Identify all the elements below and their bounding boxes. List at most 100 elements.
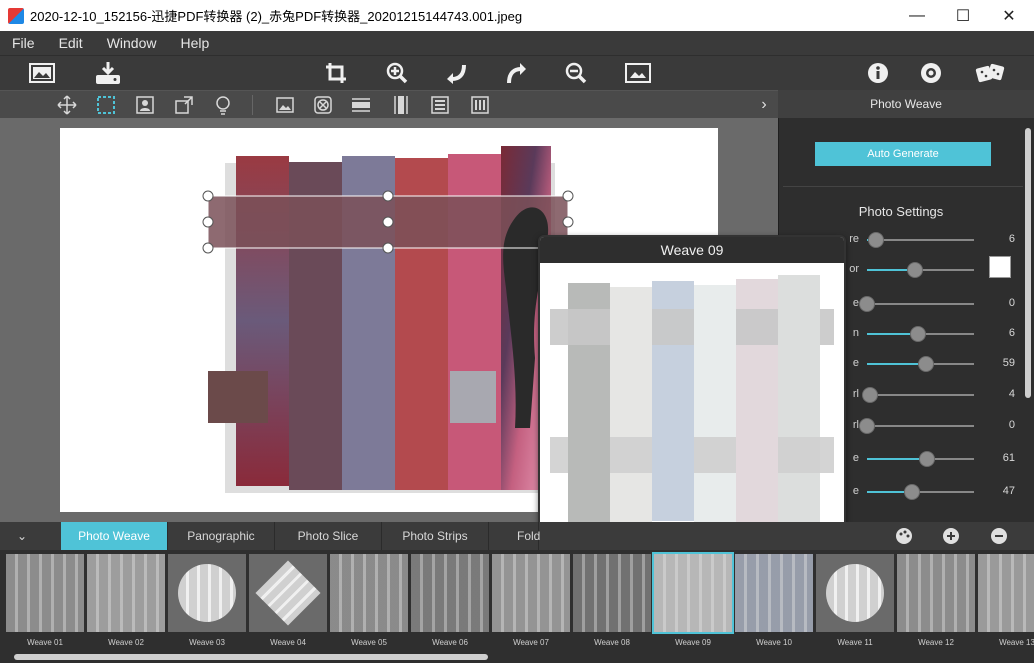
slider-knob[interactable]: [867, 232, 884, 248]
fit-image-icon[interactable]: [624, 61, 652, 85]
setting-value: 59: [1002, 357, 1015, 369]
slider-knob[interactable]: [910, 326, 927, 342]
slider-track[interactable]: [867, 484, 974, 500]
main-toolbar: [0, 55, 1034, 90]
slider-track[interactable]: [859, 296, 974, 312]
title-bar: 2020-12-10_152156-迅捷PDF转换器 (2)_赤兔PDF转换器_…: [0, 0, 1034, 31]
slider-fill: [867, 458, 927, 460]
thumbnail-strip: Weave 01 Weave 02 Weave 03 Weave 04 Weave 05…: [0, 550, 1034, 663]
menu-edit[interactable]: Edit: [47, 35, 95, 51]
slider-knob[interactable]: [918, 451, 935, 467]
vertical-strip-icon[interactable]: [390, 94, 412, 116]
weave-thumbnail[interactable]: [6, 554, 84, 632]
menu-help[interactable]: Help: [168, 35, 221, 51]
thumbnail-label: Weave 12: [918, 638, 954, 647]
slider-knob[interactable]: [859, 418, 875, 434]
thumbnail-label: Weave 04: [270, 638, 306, 647]
menu-window[interactable]: Window: [95, 35, 169, 51]
remove-effect-icon[interactable]: [989, 526, 1009, 546]
close-button[interactable]: ✕: [986, 0, 1032, 31]
slider-track[interactable]: [867, 451, 974, 467]
slider-track[interactable]: [867, 262, 974, 278]
app-icon: [8, 7, 24, 24]
slider-knob[interactable]: [907, 262, 924, 278]
thumbnail-label: Weave 05: [351, 638, 387, 647]
info-icon[interactable]: [866, 61, 890, 85]
menu-file[interactable]: File: [0, 35, 47, 51]
slider-track[interactable]: [867, 326, 974, 342]
weave-thumbnail[interactable]: [411, 554, 489, 632]
weave-thumbnail[interactable]: [652, 552, 734, 634]
weave-thumbnail[interactable]: [897, 554, 975, 632]
settings-icon[interactable]: [919, 61, 943, 85]
move-icon[interactable]: [56, 94, 78, 116]
slider-knob[interactable]: [859, 296, 875, 312]
collapse-chevron-icon[interactable]: ⌄: [0, 522, 44, 550]
color-swatch[interactable]: [989, 256, 1011, 278]
thumbnail-label: Weave 02: [108, 638, 144, 647]
lightbulb-icon[interactable]: [212, 94, 234, 116]
photo-settings-title: Photo Settings: [858, 204, 944, 219]
weave-thumbnail[interactable]: [168, 554, 246, 632]
columns-icon[interactable]: [469, 94, 491, 116]
chevron-right-icon[interactable]: ›: [756, 95, 772, 115]
rotate-left-icon[interactable]: [444, 61, 468, 85]
panel-title: Photo Weave: [870, 97, 942, 111]
thumbnail-scrollbar[interactable]: [14, 654, 488, 660]
remove-icon[interactable]: [312, 94, 334, 116]
panel-scrollbar[interactable]: [1025, 128, 1031, 398]
auto-generate-button[interactable]: Auto Generate: [815, 142, 991, 166]
rotate-right-icon[interactable]: [505, 61, 529, 85]
thumbnail-label: Weave 13: [999, 638, 1034, 647]
thumbnail-label: Weave 06: [432, 638, 468, 647]
weave-preview-image: [544, 265, 840, 535]
horizontal-strip-icon[interactable]: [350, 94, 372, 116]
setting-value: 47: [1002, 485, 1015, 497]
rows-icon[interactable]: [429, 94, 451, 116]
thumbnail-pattern: [255, 560, 321, 626]
minimize-button[interactable]: —: [894, 0, 940, 31]
slider-track[interactable]: [867, 232, 974, 248]
open-image-icon[interactable]: [28, 61, 56, 85]
thumbnail-label: Weave 11: [837, 638, 873, 647]
thumbnail-label: Weave 03: [189, 638, 225, 647]
tab-photo-slice[interactable]: Photo Slice: [275, 522, 382, 550]
tab-panographic[interactable]: Panographic: [168, 522, 275, 550]
tab-photo-strips[interactable]: Photo Strips: [382, 522, 489, 550]
slider-track[interactable]: [867, 356, 974, 372]
thumbnail-label: Weave 01: [27, 638, 63, 647]
slider-track[interactable]: [859, 418, 974, 434]
tab-photo-weave[interactable]: Photo Weave: [61, 522, 168, 550]
weave-thumbnail[interactable]: [816, 554, 894, 632]
zoom-out-icon[interactable]: [564, 61, 588, 85]
select-icon[interactable]: [95, 94, 117, 116]
save-download-icon[interactable]: [94, 60, 122, 86]
weave-thumbnail[interactable]: [492, 554, 570, 632]
weave-thumbnail[interactable]: [573, 554, 651, 632]
weave-thumbnail[interactable]: [735, 554, 813, 632]
slider-knob[interactable]: [917, 356, 934, 372]
palette-icon[interactable]: [894, 526, 914, 546]
add-icon[interactable]: [941, 526, 961, 546]
setting-value: 0: [1008, 419, 1015, 431]
window-title: 2020-12-10_152156-迅捷PDF转换器 (2)_赤兔PDF转换器_…: [30, 9, 523, 24]
weave-thumbnail[interactable]: [978, 554, 1034, 632]
image-icon[interactable]: [274, 94, 296, 116]
slider-knob[interactable]: [903, 484, 920, 500]
random-dice-icon[interactable]: [974, 60, 1006, 86]
weave-thumbnail[interactable]: [87, 554, 165, 632]
slider-track[interactable]: [862, 387, 974, 403]
setting-value: 6: [1008, 233, 1015, 245]
tab-fold[interactable]: Fold: [489, 522, 540, 550]
weave-thumbnail[interactable]: [330, 554, 408, 632]
slider-knob[interactable]: [862, 387, 879, 403]
thumbnail-label: Weave 10: [756, 638, 792, 647]
maximize-button[interactable]: ☐: [940, 0, 986, 31]
crop-icon[interactable]: [324, 61, 348, 85]
weave-thumbnail[interactable]: [249, 554, 327, 632]
zoom-in-icon[interactable]: [385, 61, 409, 85]
thumbnail-label: Weave 08: [594, 638, 630, 647]
transform-icon[interactable]: [173, 94, 195, 116]
effects-tabbar: ⌄ Photo Weave Panographic Photo Slice Ph…: [0, 522, 1034, 550]
portrait-icon[interactable]: [134, 94, 156, 116]
